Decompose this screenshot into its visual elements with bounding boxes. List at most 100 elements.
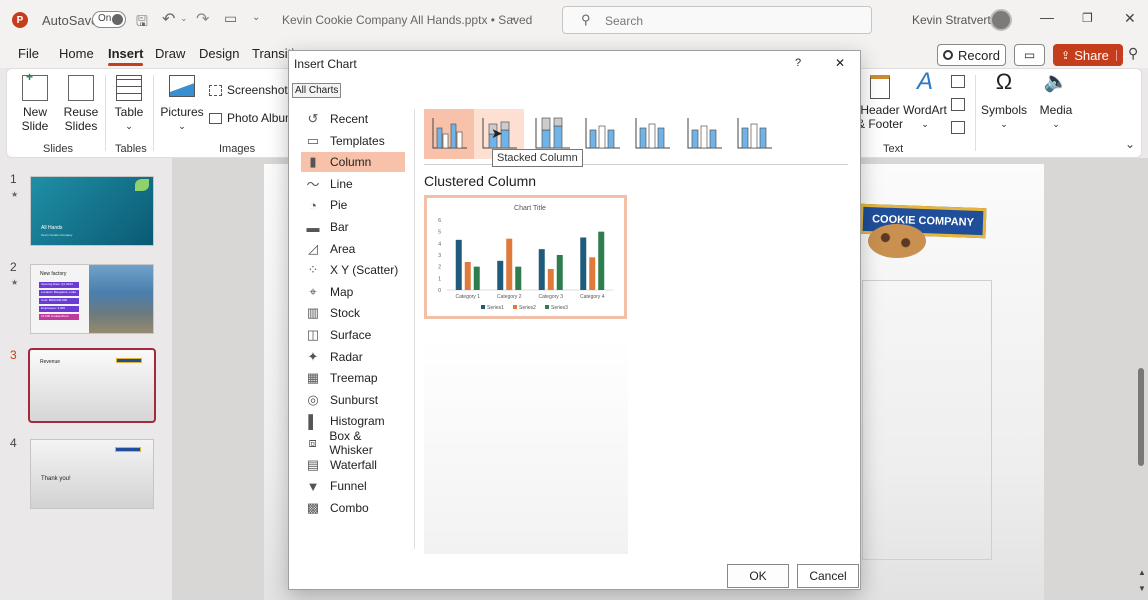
chart-category-recent[interactable]: ↺ Recent [301,109,405,129]
group-label-images: Images [219,143,256,155]
chart-category-area[interactable]: ◿ Area [301,239,405,259]
chart-category-treemap[interactable]: ▦ Treemap [301,368,405,388]
autosave-toggle[interactable]: On [92,11,126,28]
chart-category-map[interactable]: ⌖ Map [301,282,405,302]
screenshot-button[interactable]: Screenshot ⌄ [209,83,298,97]
share-button[interactable]: ⇪ Share ⌄ [1053,44,1128,66]
title-dropdown-icon[interactable]: ⌄ [509,12,517,23]
chart-category-pie[interactable]: ◔ Pie [301,195,405,215]
search-placeholder: Search [605,14,644,28]
bar-series2-1 [464,262,471,290]
chart-category-radar[interactable]: ✦ Radar [301,347,405,367]
bar-series2-4 [589,257,596,290]
chart-preview-card[interactable]: Chart Title 0 1 2 3 4 5 6 Category 1 Category 2 Ca… [424,195,627,319]
share-icon: ⇪ [1061,49,1071,62]
textbox-icons[interactable] [951,75,967,134]
clustered-column-icon-graphic [432,118,467,149]
chart-category-funnel[interactable]: ▼ Funnel [301,476,405,496]
present-icon[interactable]: ▭ [224,10,237,27]
slide-thumbnail-3[interactable]: Revenue [28,348,156,423]
tab-home[interactable]: Home [59,46,94,61]
clustered-column-icon[interactable] [424,109,474,159]
chart-category-label: Line [330,176,353,191]
waterfall-chart-icon: ▤ [306,456,320,472]
coauthor-icon[interactable]: ⚲ [1128,45,1138,62]
map-chart-icon: ⌖ [309,283,317,299]
chart-category-stock[interactable]: ▥ Stock [301,303,405,323]
comment-icon: ▭ [1023,48,1036,62]
chart-category-sunburst[interactable]: ◎ Sunburst [301,390,405,410]
media-button[interactable]: 🔈 Media ⌄ [1033,71,1079,131]
chart-category-column[interactable]: ▮ Column [301,152,405,173]
undo-icon[interactable]: ↶ [162,9,175,29]
vertical-scrollbar[interactable] [1138,368,1144,466]
slide-thumbnail-1[interactable]: All Hands Kevin Cookie Company [30,176,154,246]
share-dropdown-icon[interactable]: ⌄ [1115,49,1128,61]
header-footer-button[interactable]: Header & Footer [857,75,903,131]
collapse-ribbon-icon[interactable]: ⌄ [1125,137,1135,151]
customize-toolbar-icon[interactable]: ⌄ [252,12,260,23]
undo-dropdown-icon[interactable]: ⌄ [180,13,188,24]
tab-draw[interactable]: Draw [155,46,185,61]
object-icon[interactable] [951,121,965,134]
combo-chart-icon: ▩ [306,499,320,515]
slide-thumbnail-2[interactable]: New factory Opening Date: Q1 2024 Locati… [30,264,154,334]
pictures-button[interactable]: Pictures ⌄ [159,75,205,133]
chart-category-label: X Y (Scatter) [330,263,399,278]
3d-column-icon[interactable] [729,109,779,159]
scroll-down-icon[interactable]: ▲ [1138,568,1146,577]
tab-all-charts[interactable]: All Charts [292,83,342,98]
tab-file[interactable]: File [18,46,39,61]
bar-series3-1 [473,266,480,290]
3d-stacked-column-icon[interactable] [627,109,677,159]
chart-category-label: Recent [330,112,369,126]
comments-button[interactable]: ▭ [1014,44,1045,66]
bar-series1-3 [538,249,545,290]
search-box[interactable]: ⚲ Search [562,6,872,34]
sunburst-chart-icon: ◎ [307,391,319,407]
chart-category-x-y-scatter[interactable]: ⁘ X Y (Scatter) [301,260,405,280]
3d-100-stacked-column-icon[interactable] [679,109,729,159]
user-name[interactable]: Kevin Stratvert [912,13,991,27]
document-title[interactable]: Kevin Cookie Company All Hands.pptx • Sa… [282,13,532,27]
chart-category-templates[interactable]: ▭ Templates [301,131,405,151]
minimize-icon[interactable]: — [1040,9,1054,25]
tab-design[interactable]: Design [199,46,239,61]
preview-heading: Clustered Column [424,173,537,189]
chart-category-line[interactable]: 〜 Line [301,174,405,194]
save-icon[interactable]: 🖫 [136,11,148,35]
chart-category-waterfall[interactable]: ▤ Waterfall [301,455,405,475]
record-button[interactable]: Record [937,44,1006,66]
reuse-slides-button[interactable]: Reuse Slides [59,75,103,133]
slide-number-icon[interactable] [951,98,965,111]
speaker-icon: 🔈 [1043,71,1069,93]
chart-category-bar[interactable]: ▬ Bar [301,217,405,237]
legend-label: Series2 [519,305,536,311]
chart-category-combo[interactable]: ▩ Combo [301,498,405,518]
tab-insert[interactable]: Insert [108,46,144,66]
3d-clustered-column-icon[interactable] [577,109,627,159]
chart-category-box-whisker[interactable]: ⧈ Box & Whisker [301,429,405,457]
photo-album-button[interactable]: Photo Album [209,111,295,125]
y-tick-label: 1 [438,276,441,282]
legend-label: Series3 [551,305,568,311]
scroll-down-icon-2[interactable]: ▼ [1138,584,1146,593]
chart-category-surface[interactable]: ◫ Surface [301,325,405,345]
cancel-button[interactable]: Cancel [797,564,859,588]
3d-column-icon-graphic [737,118,772,149]
date-time-icon[interactable] [951,75,965,88]
factory-photo [89,265,153,333]
chart-category-list: ↺ Recent ▭ Templates ▮ Column 〜 Line ◔ Pie ▬ Bar ◿ Ar… [289,109,407,549]
ok-button[interactable]: OK [727,564,789,588]
symbols-button[interactable]: Ω Symbols ⌄ [981,71,1027,131]
new-slide-button[interactable]: + New Slide [13,70,57,133]
group-label-slides: Slides [43,143,73,155]
restore-icon[interactable]: ❐ [1082,11,1093,25]
wordart-button[interactable]: A WordArt ⌄ [903,70,947,131]
redo-icon[interactable]: ↷ [196,9,209,29]
slide-thumbnail-4[interactable]: Thank you! [30,439,154,509]
table-button[interactable]: Table ⌄ [111,75,147,133]
title-bar: P AutoSave On 🖫 ↶ ⌄ ↷ ▭ ⌄ Kevin Cookie C… [0,0,1148,40]
avatar[interactable] [990,9,1012,31]
window-close-icon[interactable]: ✕ [1124,10,1136,27]
